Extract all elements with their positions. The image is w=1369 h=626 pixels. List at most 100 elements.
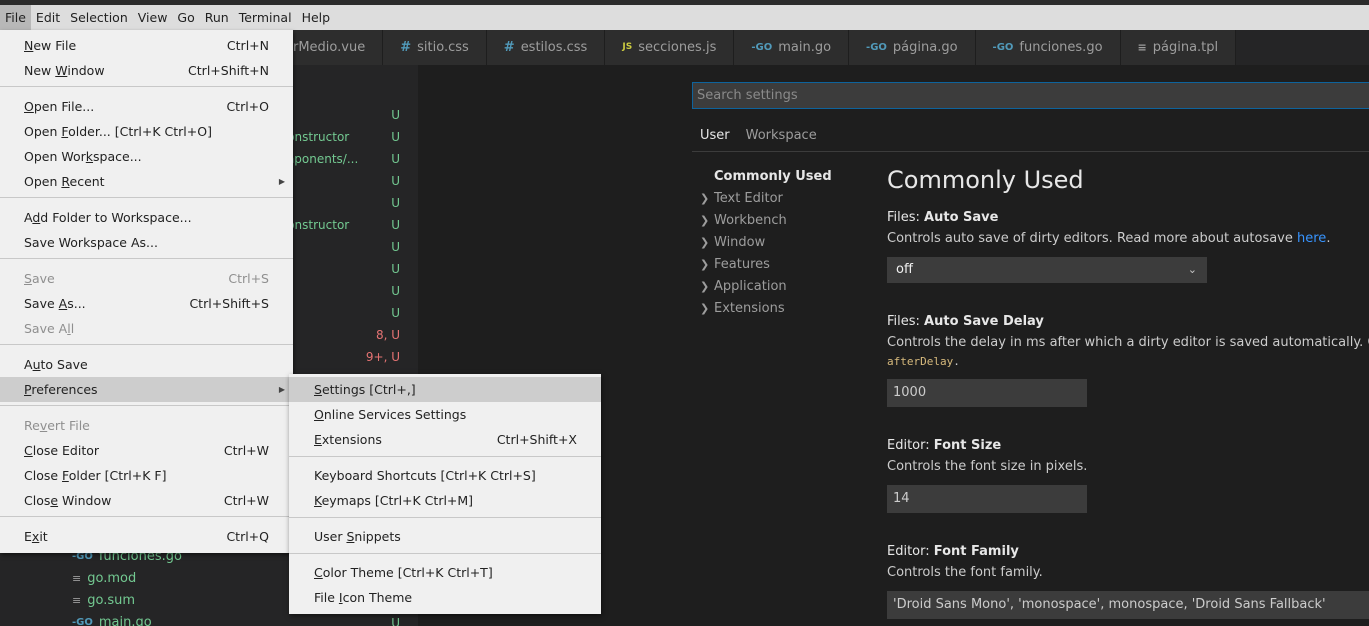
menu-separator bbox=[289, 553, 601, 554]
file-menu-item-open-file[interactable]: Open File... Ctrl+O bbox=[0, 94, 293, 119]
preferences-item-user-snippets[interactable]: User Snippets bbox=[289, 524, 601, 549]
submenu-arrow-icon: ▶ bbox=[278, 385, 285, 394]
git-status-badge: 9+, U bbox=[365, 350, 400, 364]
menu-label-text: con Theme bbox=[342, 590, 413, 605]
menu-view[interactable]: View bbox=[133, 5, 173, 30]
tab-p-gina-go[interactable]: -GO página.go bbox=[849, 30, 976, 65]
menu-separator bbox=[289, 517, 601, 518]
tab-label: secciones.js bbox=[638, 40, 717, 55]
menu-label-text: Clos bbox=[24, 493, 51, 508]
preferences-item-settings-ctrl[interactable]: Settings [Ctrl+,] bbox=[289, 377, 601, 402]
menu-separator bbox=[0, 197, 293, 198]
tab-p-gina-tpl[interactable]: ≡ página.tpl bbox=[1120, 30, 1237, 65]
menu-mnemonic: K bbox=[314, 493, 322, 508]
font-size-input[interactable]: 14 bbox=[887, 485, 1087, 513]
git-status-badge: 8, U bbox=[375, 328, 400, 342]
toc-extensions[interactable]: ❯ Extensions bbox=[700, 298, 880, 320]
chevron-right-icon: ❯ bbox=[700, 214, 710, 227]
file-menu-item-save[interactable]: Save Ctrl+S bbox=[0, 266, 293, 291]
file-menu-item-new-file[interactable]: New File Ctrl+N bbox=[0, 33, 293, 58]
tab-estilos-css[interactable]: # estilos.css bbox=[486, 30, 606, 65]
auto-save-delay-input[interactable]: 1000 bbox=[887, 379, 1087, 407]
tab-label: estilos.css bbox=[520, 40, 588, 55]
menu-label-text: space... bbox=[93, 149, 142, 164]
menu-go[interactable]: Go bbox=[172, 5, 199, 30]
tab-main-go[interactable]: -GO main.go bbox=[734, 30, 850, 65]
setting-label-auto-save-delay: Files: Auto Save Delay bbox=[887, 314, 1044, 329]
menu-label-text: Save A bbox=[24, 321, 68, 336]
menu-mnemonic: S bbox=[314, 382, 322, 397]
tab-secciones-js[interactable]: JS secciones.js bbox=[605, 30, 735, 65]
menu-accelerator: Ctrl+S bbox=[228, 271, 269, 286]
menu-label-text: ettings [Ctrl+,] bbox=[321, 382, 416, 397]
menu-label-text: E bbox=[24, 529, 32, 544]
file-menu-item-new-window[interactable]: New Window Ctrl+Shift+N bbox=[0, 58, 293, 83]
tab-label: página.go bbox=[892, 40, 958, 55]
menu-label-text: eymaps [Ctrl+K Ctrl+M] bbox=[321, 493, 474, 508]
text-file-icon: ≡ bbox=[72, 594, 82, 607]
tab-rmedio-vue[interactable]: rMedio.vue bbox=[293, 30, 384, 65]
setting-label-auto-save: Files: Auto Save bbox=[887, 210, 999, 225]
menu-mnemonic: u bbox=[32, 357, 41, 372]
preferences-item-online-services-settings[interactable]: Online Services Settings bbox=[289, 402, 601, 427]
explorer-file-name: go.mod bbox=[87, 571, 137, 586]
menu-mnemonic: k bbox=[85, 149, 94, 164]
auto-save-select[interactable]: off ⌄ bbox=[887, 257, 1207, 283]
settings-toc: Commonly Used ❯ Text Editor ❯ Workbench ❯ Win… bbox=[700, 166, 880, 320]
file-menu-item-exit[interactable]: Exit Ctrl+Q bbox=[0, 524, 293, 549]
toc-application[interactable]: ❯ Application bbox=[700, 276, 880, 298]
preferences-item-file-icon-theme[interactable]: File Icon Theme bbox=[289, 585, 601, 610]
menu-terminal[interactable]: Terminal bbox=[234, 5, 297, 30]
file-menu-item-close-folder-ctrl-k-f[interactable]: Close Folder [Ctrl+K F] bbox=[0, 463, 293, 488]
tab-funciones-go[interactable]: -GO funciones.go bbox=[975, 30, 1121, 65]
menu-selection[interactable]: Selection bbox=[65, 5, 133, 30]
search-settings-input[interactable]: Search settings bbox=[692, 82, 1369, 109]
menu-mnemonic: E bbox=[314, 432, 322, 447]
file-menu-item-preferences[interactable]: Preferences ▶ bbox=[0, 377, 293, 402]
tab-user[interactable]: User bbox=[692, 124, 738, 152]
setting-label-font-family: Editor: Font Family bbox=[887, 544, 1019, 559]
tab-sitio-css[interactable]: # sitio.css bbox=[383, 30, 487, 65]
menu-help[interactable]: Help bbox=[297, 5, 336, 30]
menu-edit[interactable]: Edit bbox=[31, 5, 65, 30]
git-status-badge: U bbox=[391, 196, 400, 210]
menu-run[interactable]: Run bbox=[200, 5, 234, 30]
file-menu-item-open-recent[interactable]: Open Recent ▶ bbox=[0, 169, 293, 194]
file-menu-item-add-folder-to-workspace[interactable]: Add Folder to Workspace... bbox=[0, 205, 293, 230]
git-status-badge: U bbox=[391, 284, 400, 298]
css-file-icon: # bbox=[503, 40, 515, 55]
autosave-help-link[interactable]: here bbox=[1297, 231, 1326, 246]
preferences-item-keymaps-ctrl-k-ctrl-m[interactable]: Keymaps [Ctrl+K Ctrl+M] bbox=[289, 488, 601, 513]
explorer-file-row[interactable]: -GO main.go U bbox=[48, 612, 418, 626]
font-family-input[interactable]: 'Droid Sans Mono', 'monospace', monospac… bbox=[887, 591, 1369, 619]
tabs-divider bbox=[692, 151, 1369, 152]
menu-separator bbox=[289, 456, 601, 457]
file-menu: New File Ctrl+N New Window Ctrl+Shift+N Open… bbox=[0, 30, 293, 553]
preferences-item-extensions[interactable]: Extensions Ctrl+Shift+X bbox=[289, 427, 601, 452]
file-menu-item-open-workspace[interactable]: Open Workspace... bbox=[0, 144, 293, 169]
toc-commonly-used[interactable]: Commonly Used bbox=[700, 166, 880, 188]
menu-label-text: pen File... bbox=[33, 99, 95, 114]
toc-features[interactable]: ❯ Features bbox=[700, 254, 880, 276]
tab-label: sitio.css bbox=[417, 40, 469, 55]
file-menu-item-auto-save[interactable]: Auto Save bbox=[0, 352, 293, 377]
menu-file[interactable]: File bbox=[0, 5, 31, 30]
file-menu-item-open-folder-ctrl-k-ctrl-o[interactable]: Open Folder... [Ctrl+K Ctrl+O] bbox=[0, 119, 293, 144]
file-menu-item-save-as[interactable]: Save As... Ctrl+Shift+S bbox=[0, 291, 293, 316]
file-menu-item-close-editor[interactable]: Close Editor Ctrl+W bbox=[0, 438, 293, 463]
toc-workbench[interactable]: ❯ Workbench bbox=[700, 210, 880, 232]
tab-workspace[interactable]: Workspace bbox=[738, 124, 825, 152]
go-file-icon: -GO bbox=[992, 42, 1014, 53]
preferences-submenu: Settings [Ctrl+,] Online Services Setting… bbox=[289, 374, 601, 614]
file-menu-item-save-all[interactable]: Save All bbox=[0, 316, 293, 341]
preferences-item-color-theme-ctrl-k-ctrl-t[interactable]: Color Theme [Ctrl+K Ctrl+T] bbox=[289, 560, 601, 585]
tab-label: main.go bbox=[778, 40, 832, 55]
toc-window[interactable]: ❯ Window bbox=[700, 232, 880, 254]
file-menu-item-revert-file[interactable]: Revert File bbox=[0, 413, 293, 438]
setting-desc-font-size: Controls the font size in pixels. bbox=[887, 459, 1088, 474]
preferences-item-keyboard-shortcuts-ctrl-k-ctrl-s[interactable]: Keyboard Shortcuts [Ctrl+K Ctrl+S] bbox=[289, 463, 601, 488]
toc-text-editor[interactable]: ❯ Text Editor bbox=[700, 188, 880, 210]
file-menu-item-close-window[interactable]: Close Window Ctrl+W bbox=[0, 488, 293, 513]
file-menu-item-save-workspace-as[interactable]: Save Workspace As... bbox=[0, 230, 293, 255]
menu-label-text: Open bbox=[24, 174, 62, 189]
